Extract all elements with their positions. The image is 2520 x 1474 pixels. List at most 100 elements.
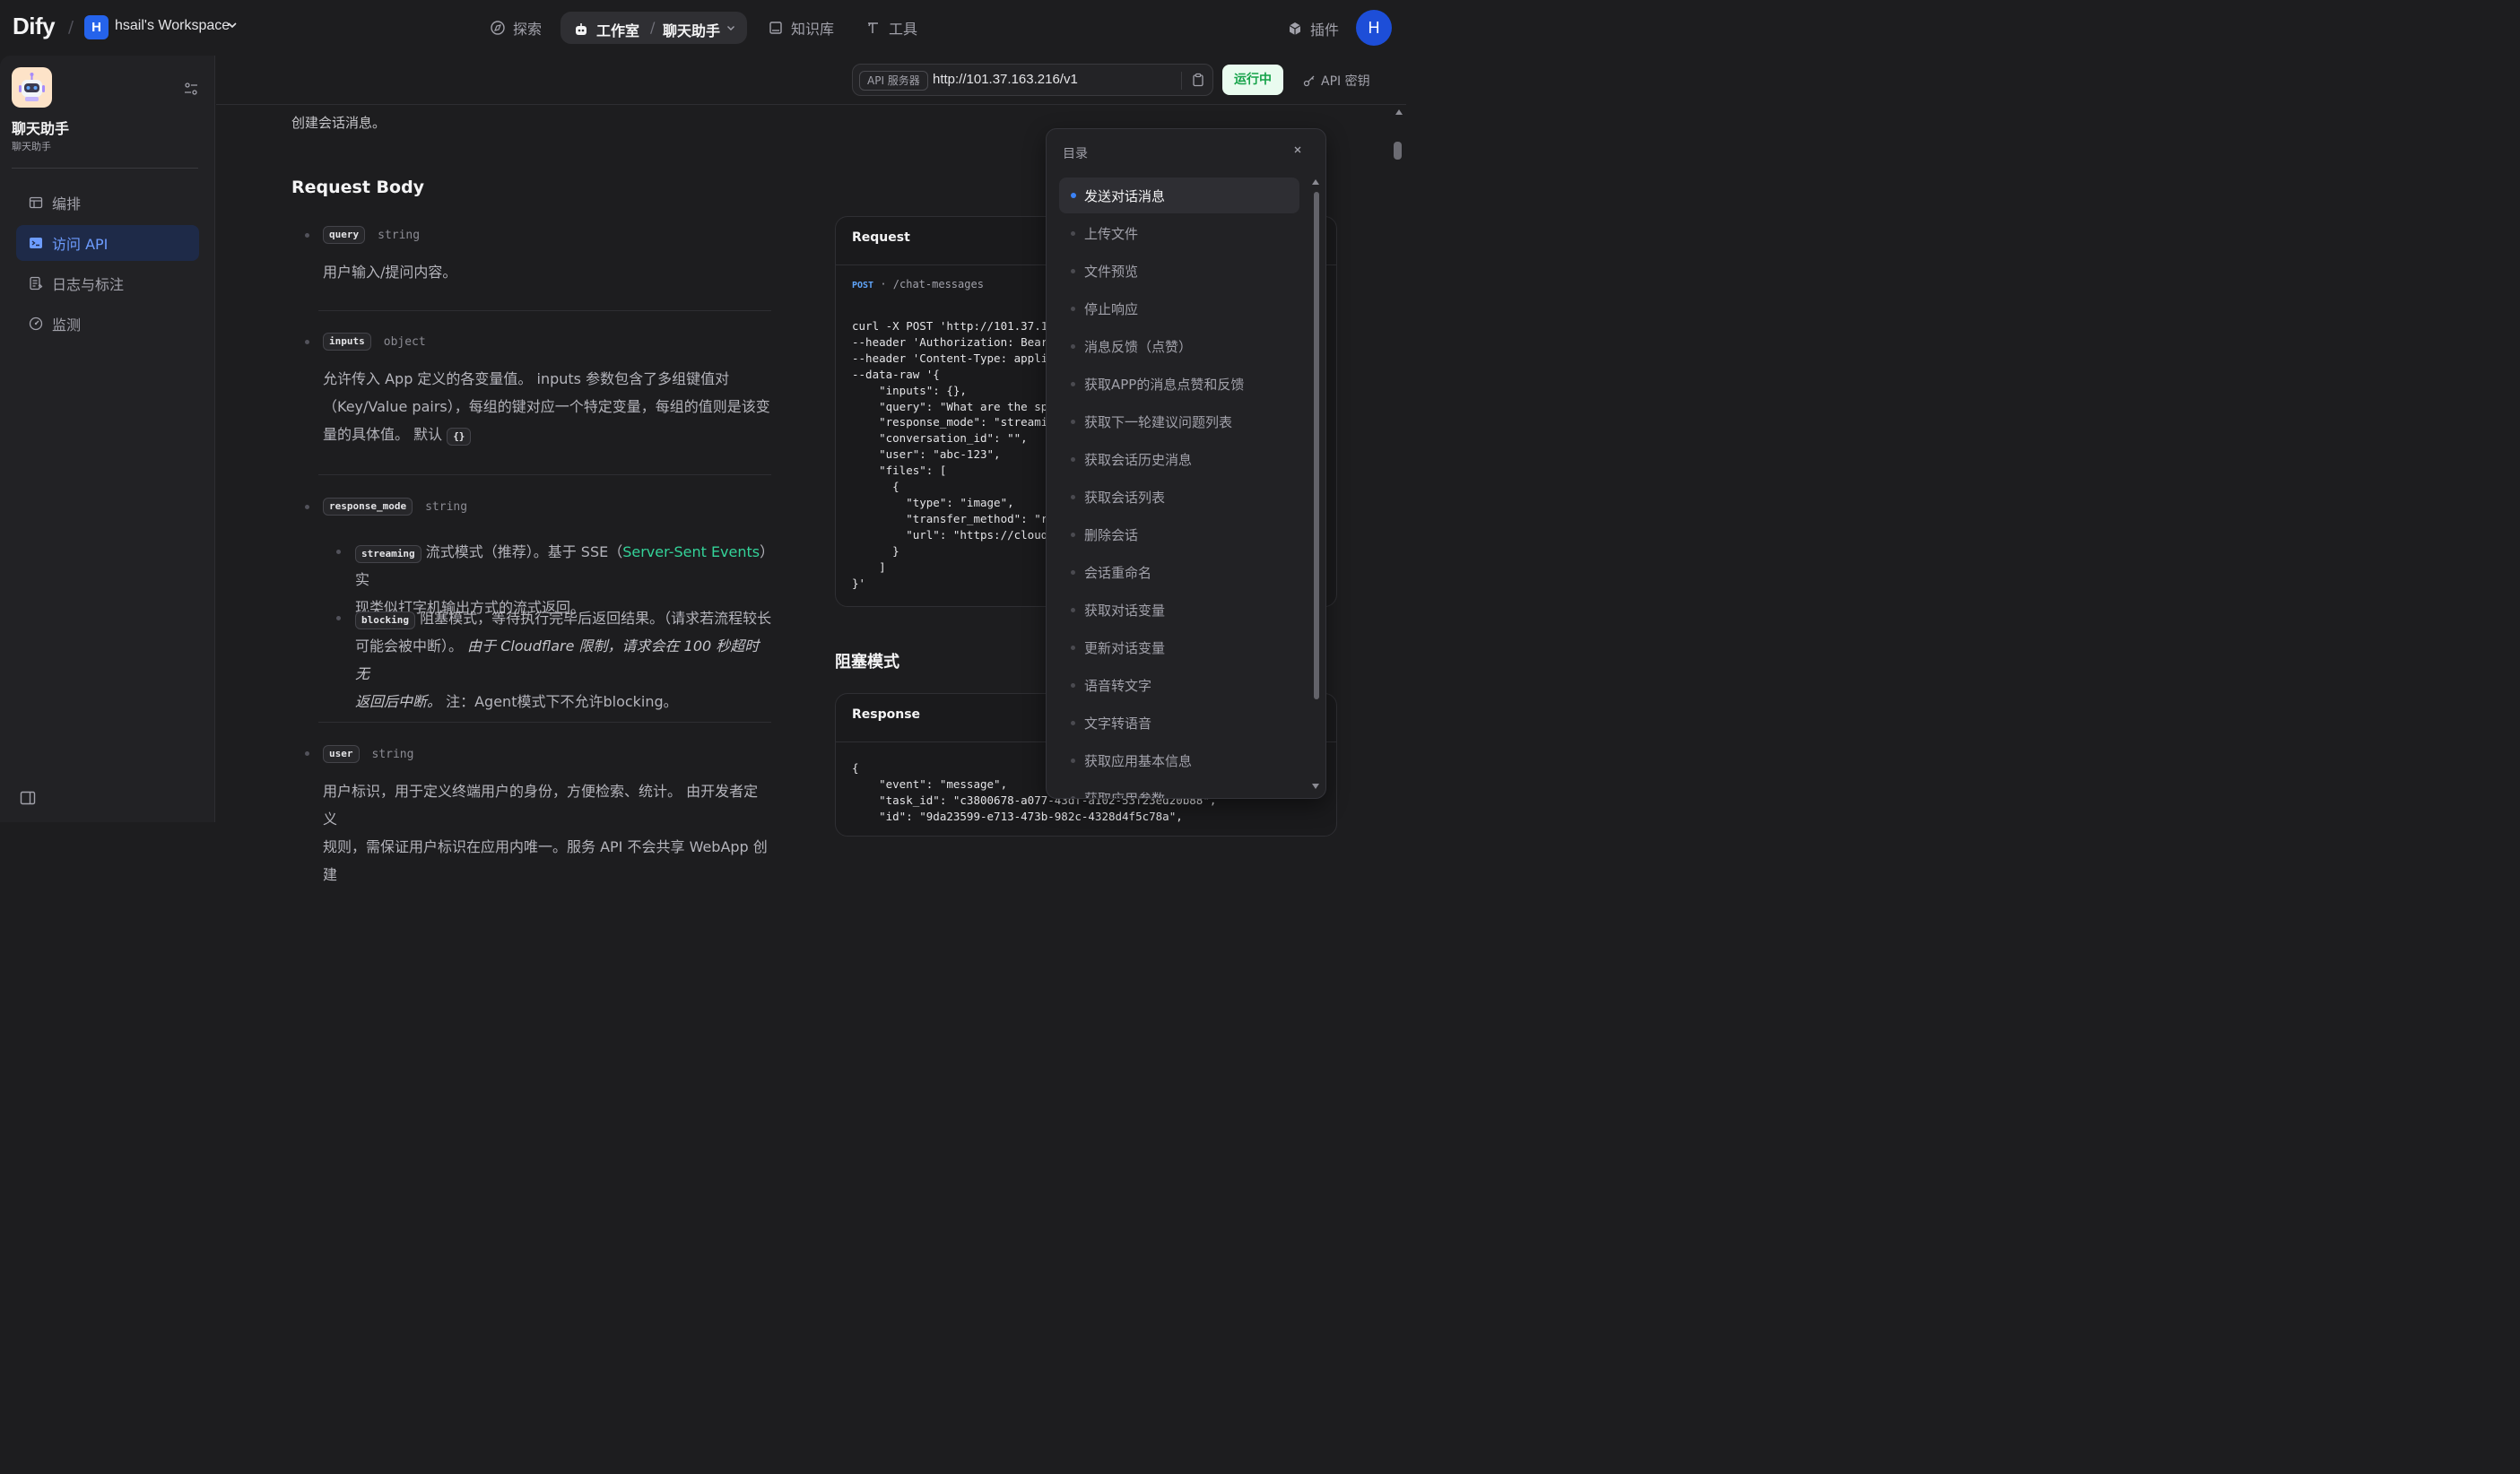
param-description: 允许传入 App 定义的各变量值。 inputs 参数包含了多组键值对 （Key… [323,365,771,448]
nav-knowledge[interactable]: 知识库 [768,16,834,39]
toc-item-label: 删除会话 [1084,526,1139,543]
param-name: inputs [323,333,371,351]
nav-tools[interactable]: 工具 [865,16,917,39]
sidebar-item-api-access[interactable]: 访问 API [16,225,199,261]
toc-item[interactable]: 获取对话变量 [1059,592,1299,628]
toc-item[interactable]: 停止响应 [1059,290,1299,326]
sliders-icon[interactable] [183,81,199,97]
desc-line: 用户标识，用于定义终端用户的身份，方便检索、统计。 由开发者定义 [323,783,759,828]
toc-item-label: 文字转语音 [1084,715,1152,732]
toc-item[interactable]: 文件预览 [1059,253,1299,289]
toc-item[interactable]: 上传文件 [1059,215,1299,251]
desc-text: 量的具体值。 默认 [323,426,443,443]
main-scrollbar[interactable] [1393,106,1405,822]
toc-item-label: 获取下一轮建议问题列表 [1084,413,1233,430]
chevron-down-icon[interactable] [726,23,735,32]
nav-tools-label: 工具 [889,21,918,38]
toc-item-label: 消息反馈（点赞） [1084,338,1193,355]
toc-item-label: 更新对话变量 [1084,639,1166,656]
param-name: response_mode [323,498,413,516]
toc-item[interactable]: 消息反馈（点赞） [1059,328,1299,364]
toc-item[interactable]: 获取下一轮建议问题列表 [1059,403,1299,439]
list-bullet [305,505,309,509]
endpoint-path: /chat-messages [892,278,984,290]
param-type: object [383,334,426,349]
param-response-mode: response_mode string [323,498,467,516]
toc-item[interactable]: 会话重命名 [1059,554,1299,590]
toc-bullet [1071,683,1075,688]
toc-item[interactable]: 获取会话历史消息 [1059,441,1299,477]
toc-item[interactable]: 获取应用参数 [1059,780,1299,798]
divider [1181,72,1182,90]
toc-item-label: 获取对话变量 [1084,602,1166,619]
terminal-icon [30,238,42,248]
toc-bullet [1071,269,1075,273]
sidebar-item-label: 监测 [52,316,82,334]
main-scroll-thumb[interactable] [1394,142,1402,160]
param-query: query string [323,226,420,244]
toc-item-label: 停止响应 [1084,300,1139,317]
workspace-avatar[interactable]: H [84,15,109,39]
desc-line: streaming 流式模式（推荐）。基于 SSE（Server-Sent Ev… [355,538,772,594]
toc-bullet [1071,796,1075,798]
toc-item[interactable]: 文字转语音 [1059,705,1299,741]
toc-item[interactable]: 获取应用基本信息 [1059,742,1299,778]
workspace-selector[interactable]: hsail's Workspace [115,18,230,34]
studio-app-selector[interactable]: 聊天助手 [663,19,720,40]
toc-item[interactable]: 语音转文字 [1059,667,1299,703]
toc-item-label: 发送对话消息 [1084,187,1166,204]
toc-scroll-thumb[interactable] [1314,192,1319,699]
chevron-down-icon[interactable] [227,20,238,30]
toc-item[interactable]: 更新对话变量 [1059,629,1299,665]
toc-item[interactable]: 删除会话 [1059,516,1299,552]
copy-icon[interactable] [1191,73,1205,87]
toc-item[interactable]: 获取会话列表 [1059,479,1299,515]
desc-text: 流式模式（推荐）。基于 SSE（ [425,543,623,560]
toc-bullet [1071,420,1075,424]
toc-bullet [1071,457,1075,462]
divider [318,722,771,723]
app-subtitle: 聊天助手 [12,141,51,152]
breadcrumb-separator: / [68,18,74,37]
toc-item-label: 文件预览 [1084,263,1139,280]
toc-item[interactable]: 获取APP的消息点赞和反馈 [1059,366,1299,402]
agent-note: 注：Agent模式下不允许blocking。 [441,693,678,710]
toc-item-label: 获取会话历史消息 [1084,451,1193,468]
default-value: {} [447,428,472,446]
param-type: string [371,747,414,761]
user-avatar[interactable]: H [1356,10,1392,46]
sidebar-item-logs[interactable]: 日志与标注 [16,265,199,301]
toc-item[interactable]: 发送对话消息 [1059,178,1299,213]
book-icon [769,22,782,34]
app-name: 聊天助手 [12,120,70,137]
api-server-url[interactable]: http://101.37.163.216/v1 [933,72,1078,87]
sidebar-item-label: 编排 [52,195,82,212]
desc-line: 允许传入 App 定义的各变量值。 inputs 参数包含了多组键值对 [323,370,730,387]
nav-studio[interactable]: 工作室 / 聊天助手 [560,12,747,44]
api-header: API 服务器 http://101.37.163.216/v1 运行中 API… [216,56,1406,105]
sse-link[interactable]: Server-Sent Events [622,543,760,560]
nav-explore[interactable]: 探索 [490,16,542,39]
api-key-button[interactable]: API 密钥 [1303,72,1370,90]
plugins-button[interactable]: 插件 [1287,18,1339,39]
robot-icon [576,23,587,35]
dify-logo[interactable]: Dify [13,13,56,40]
compass-icon [491,21,505,35]
sidebar-item-label: 日志与标注 [52,276,125,293]
studio-separator: / [650,19,656,36]
sidebar-item-orchestrate[interactable]: 编排 [16,185,199,221]
plugins-label: 插件 [1310,22,1340,39]
sidebar-item-monitoring[interactable]: 监测 [16,306,199,342]
divider [318,310,771,311]
sidebar-divider [12,168,198,169]
toc-bullet [1071,533,1075,537]
divider [318,474,771,475]
toc-bullet [1071,495,1075,499]
nav-explore-label: 探索 [513,21,543,38]
hammer-icon [868,22,878,33]
toc-item-label: 获取应用基本信息 [1084,752,1193,769]
status-badge[interactable]: 运行中 [1222,65,1283,95]
collapse-sidebar-icon[interactable] [20,790,36,806]
close-icon[interactable] [1292,144,1303,155]
toc-item-label: 语音转文字 [1084,677,1152,694]
